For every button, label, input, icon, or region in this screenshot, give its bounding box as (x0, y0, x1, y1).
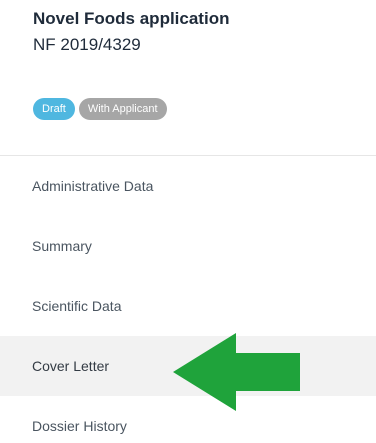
status-badge-with-applicant: With Applicant (78, 98, 167, 120)
status-badge-draft: Draft (33, 98, 75, 120)
sidebar-item-label: Dossier History (32, 418, 127, 434)
sidebar-item-label: Cover Letter (32, 358, 110, 374)
application-sidebar: Novel Foods application NF 2019/4329 Dra… (0, 0, 376, 443)
sidebar-item-administrative-data[interactable]: Administrative Data (0, 156, 376, 216)
sidebar-item-label: Administrative Data (32, 178, 154, 194)
sidebar-item-summary[interactable]: Summary (0, 216, 376, 276)
application-header: Novel Foods application NF 2019/4329 (33, 8, 363, 56)
sidebar-item-scientific-data[interactable]: Scientific Data (0, 276, 376, 336)
status-badges: Draft With Applicant (33, 98, 167, 120)
application-reference: NF 2019/4329 (33, 35, 141, 54)
sidebar-item-label: Summary (32, 238, 92, 254)
sidebar-item-label: Scientific Data (32, 298, 122, 314)
green-left-arrow-icon (173, 333, 300, 411)
page-title: Novel Foods application (33, 9, 230, 28)
arrow-shape (173, 333, 300, 411)
